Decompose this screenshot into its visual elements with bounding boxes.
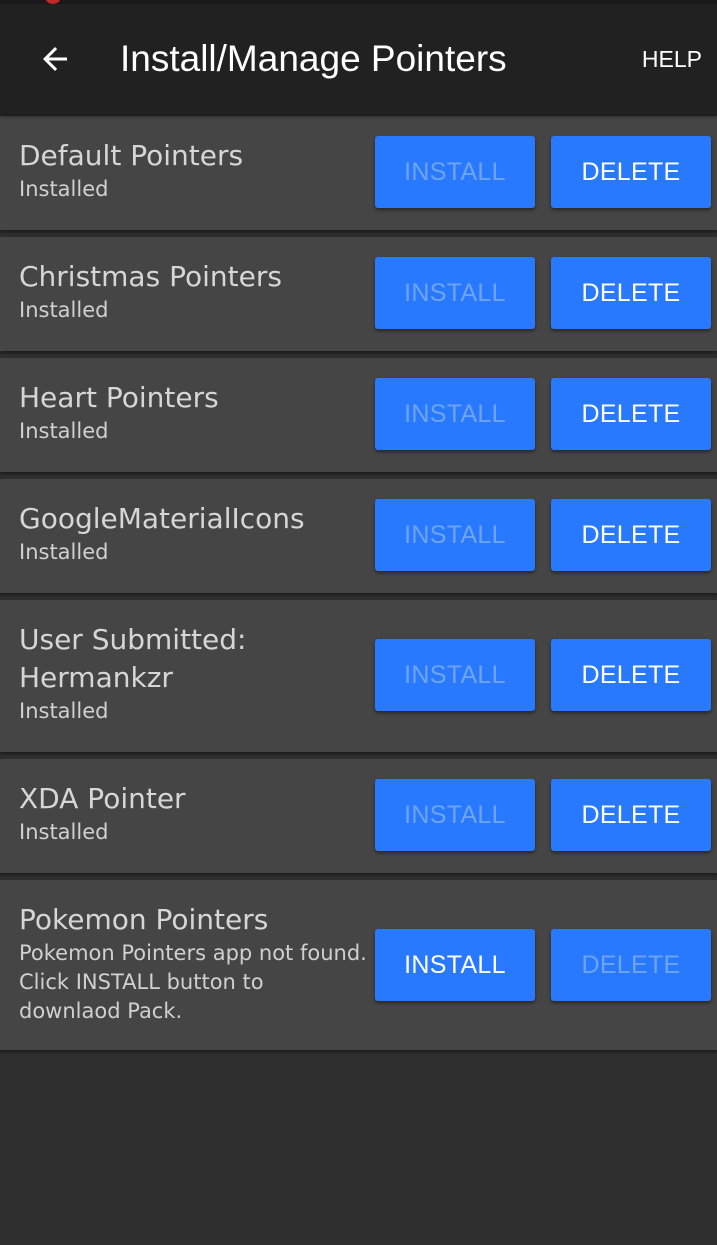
install-button[interactable]: INSTALL [375,136,535,208]
back-button[interactable] [30,34,80,84]
install-button[interactable]: INSTALL [375,378,535,450]
install-button[interactable]: INSTALL [375,929,535,1001]
pack-status: Installed [19,699,109,723]
list-item: GoogleMaterialIcons Installed INSTALL DE… [0,479,717,593]
pack-status: Pokemon Pointers app not found. Click IN… [19,941,367,1023]
list-item: Christmas Pointers Installed INSTALL DEL… [0,237,717,351]
arrow-left-icon [43,47,67,71]
list-item: XDA Pointer Installed INSTALL DELETE [0,759,717,873]
pack-name: User Submitted: Hermankzr [19,623,247,694]
list-item: Pokemon Pointers Pokemon Pointers app no… [0,880,717,1050]
delete-button[interactable]: DELETE [551,929,711,1001]
pack-status: Installed [19,820,109,844]
pack-name: Pokemon Pointers [19,903,269,936]
pack-name: XDA Pointer [19,782,186,815]
delete-button[interactable]: DELETE [551,639,711,711]
delete-button[interactable]: DELETE [551,257,711,329]
help-button[interactable]: HELP [642,46,702,73]
list-item: Default Pointers Installed INSTALL DELET… [0,116,717,230]
install-button[interactable]: INSTALL [375,639,535,711]
pack-name: GoogleMaterialIcons [19,502,305,535]
list-item: User Submitted: Hermankzr Installed INST… [0,600,717,752]
pack-name: Default Pointers [19,139,244,172]
install-button[interactable]: INSTALL [375,779,535,851]
pack-name: Christmas Pointers [19,260,282,293]
delete-button[interactable]: DELETE [551,378,711,450]
pack-status: Installed [19,177,109,201]
list-item: Heart Pointers Installed INSTALL DELETE [0,358,717,472]
pack-status: Installed [19,298,109,322]
page-title: Install/Manage Pointers [120,38,507,79]
app-bar: Install/Manage Pointers HELP [0,4,717,114]
pack-status: Installed [19,540,109,564]
install-button[interactable]: INSTALL [375,257,535,329]
delete-button[interactable]: DELETE [551,779,711,851]
pack-status: Installed [19,419,109,443]
delete-button[interactable]: DELETE [551,136,711,208]
install-button[interactable]: INSTALL [375,499,535,571]
pack-name: Heart Pointers [19,381,219,414]
delete-button[interactable]: DELETE [551,499,711,571]
